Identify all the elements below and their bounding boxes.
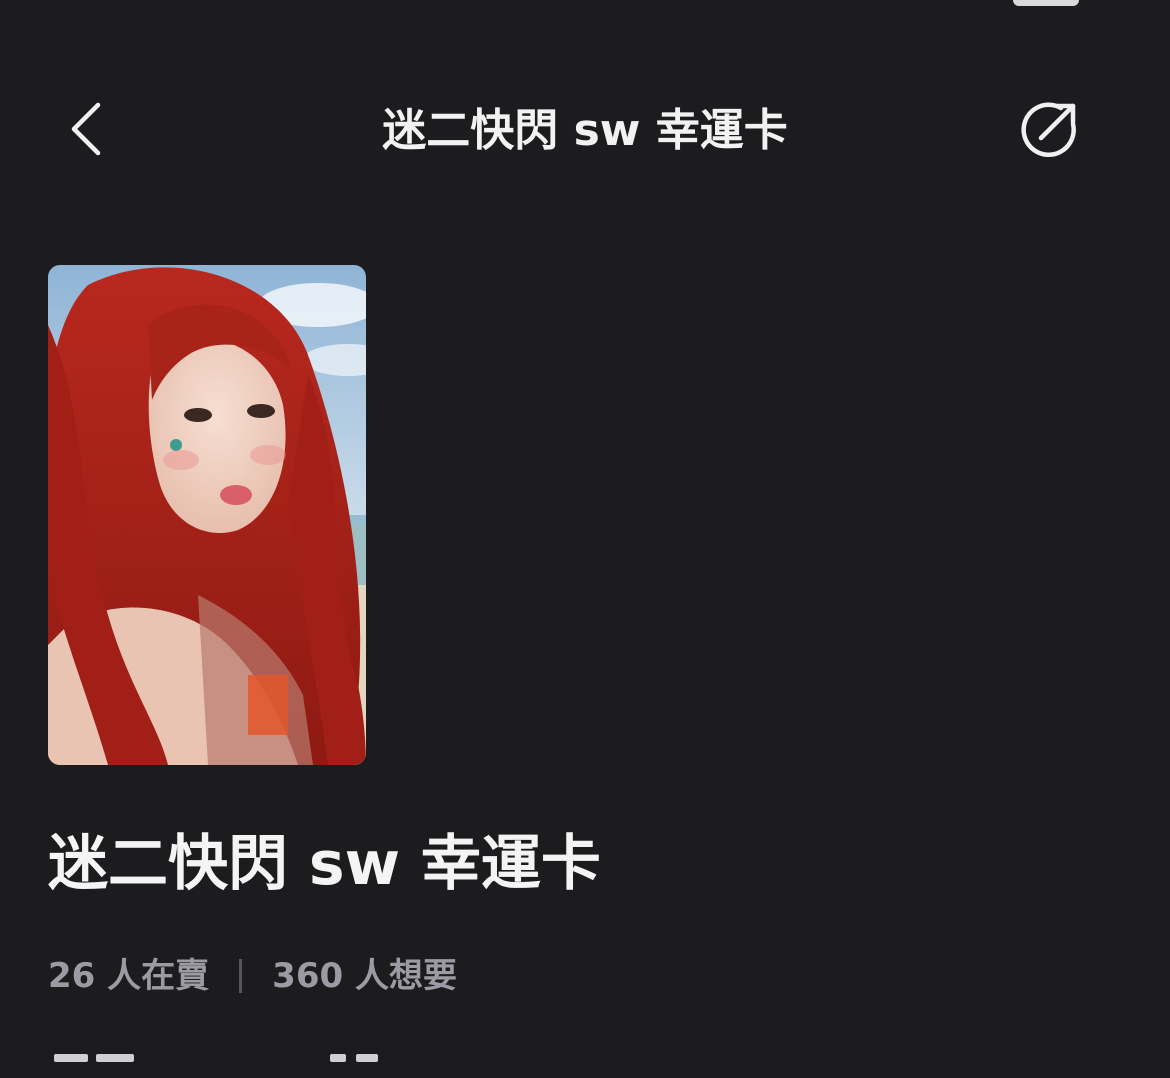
selling-count[interactable]: 26 人在賣 — [48, 952, 209, 1000]
photocard-image[interactable] — [48, 265, 366, 765]
stats-divider — [239, 959, 243, 993]
top-navigation-bar: 迷二快閃 sw 幸運卡 — [0, 85, 1170, 177]
chevron-left-icon — [71, 102, 101, 156]
nav-title: 迷二快閃 sw 幸運卡 — [382, 105, 788, 156]
share-external-icon — [1021, 102, 1076, 157]
wanting-count[interactable]: 360 人想要 — [272, 952, 457, 1000]
next-section-partial — [48, 1048, 448, 1078]
product-title: 迷二快閃 sw 幸運卡 — [48, 829, 601, 899]
product-stats: 26 人在賣 360 人想要 — [48, 952, 457, 1000]
photocard-illustration — [48, 265, 366, 765]
status-bar-indicator — [1013, 0, 1079, 6]
back-button[interactable] — [56, 99, 116, 159]
share-button[interactable] — [1016, 97, 1082, 163]
